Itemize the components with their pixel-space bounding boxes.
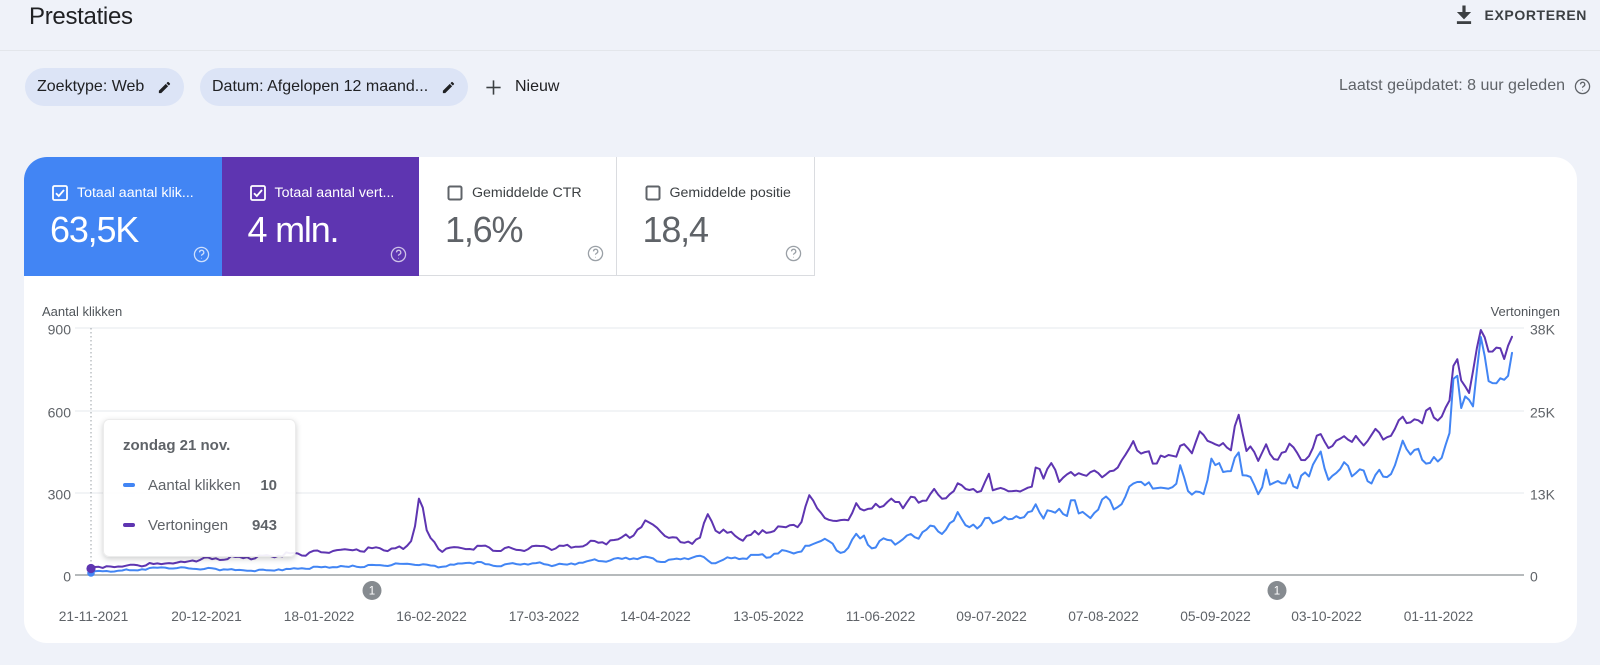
svg-text:900: 900 [48,322,72,338]
svg-text:17-03-2022: 17-03-2022 [509,609,580,624]
svg-text:01-11-2022: 01-11-2022 [1404,609,1474,624]
svg-text:600: 600 [48,405,72,421]
svg-text:1: 1 [1274,586,1280,598]
svg-text:16-02-2022: 16-02-2022 [396,609,467,624]
svg-text:38K: 38K [1530,322,1556,338]
svg-text:21-11-2021: 21-11-2021 [59,609,129,624]
svg-text:25K: 25K [1530,405,1556,421]
svg-text:0: 0 [63,569,71,585]
svg-text:03-10-2022: 03-10-2022 [1291,609,1362,624]
svg-text:300: 300 [48,487,72,503]
svg-text:13K: 13K [1530,487,1556,503]
svg-text:05-09-2022: 05-09-2022 [1180,609,1251,624]
svg-text:0: 0 [1530,569,1538,585]
svg-text:1: 1 [369,586,375,598]
svg-text:14-04-2022: 14-04-2022 [620,609,691,624]
svg-text:Vertoningen: Vertoningen [1491,304,1560,319]
svg-text:13-05-2022: 13-05-2022 [733,609,804,624]
svg-text:Aantal klikken: Aantal klikken [42,304,122,319]
svg-text:11-06-2022: 11-06-2022 [846,609,916,624]
svg-text:07-08-2022: 07-08-2022 [1068,609,1139,624]
svg-text:18-01-2022: 18-01-2022 [284,609,355,624]
svg-text:09-07-2022: 09-07-2022 [956,609,1027,624]
svg-text:20-12-2021: 20-12-2021 [171,609,242,624]
